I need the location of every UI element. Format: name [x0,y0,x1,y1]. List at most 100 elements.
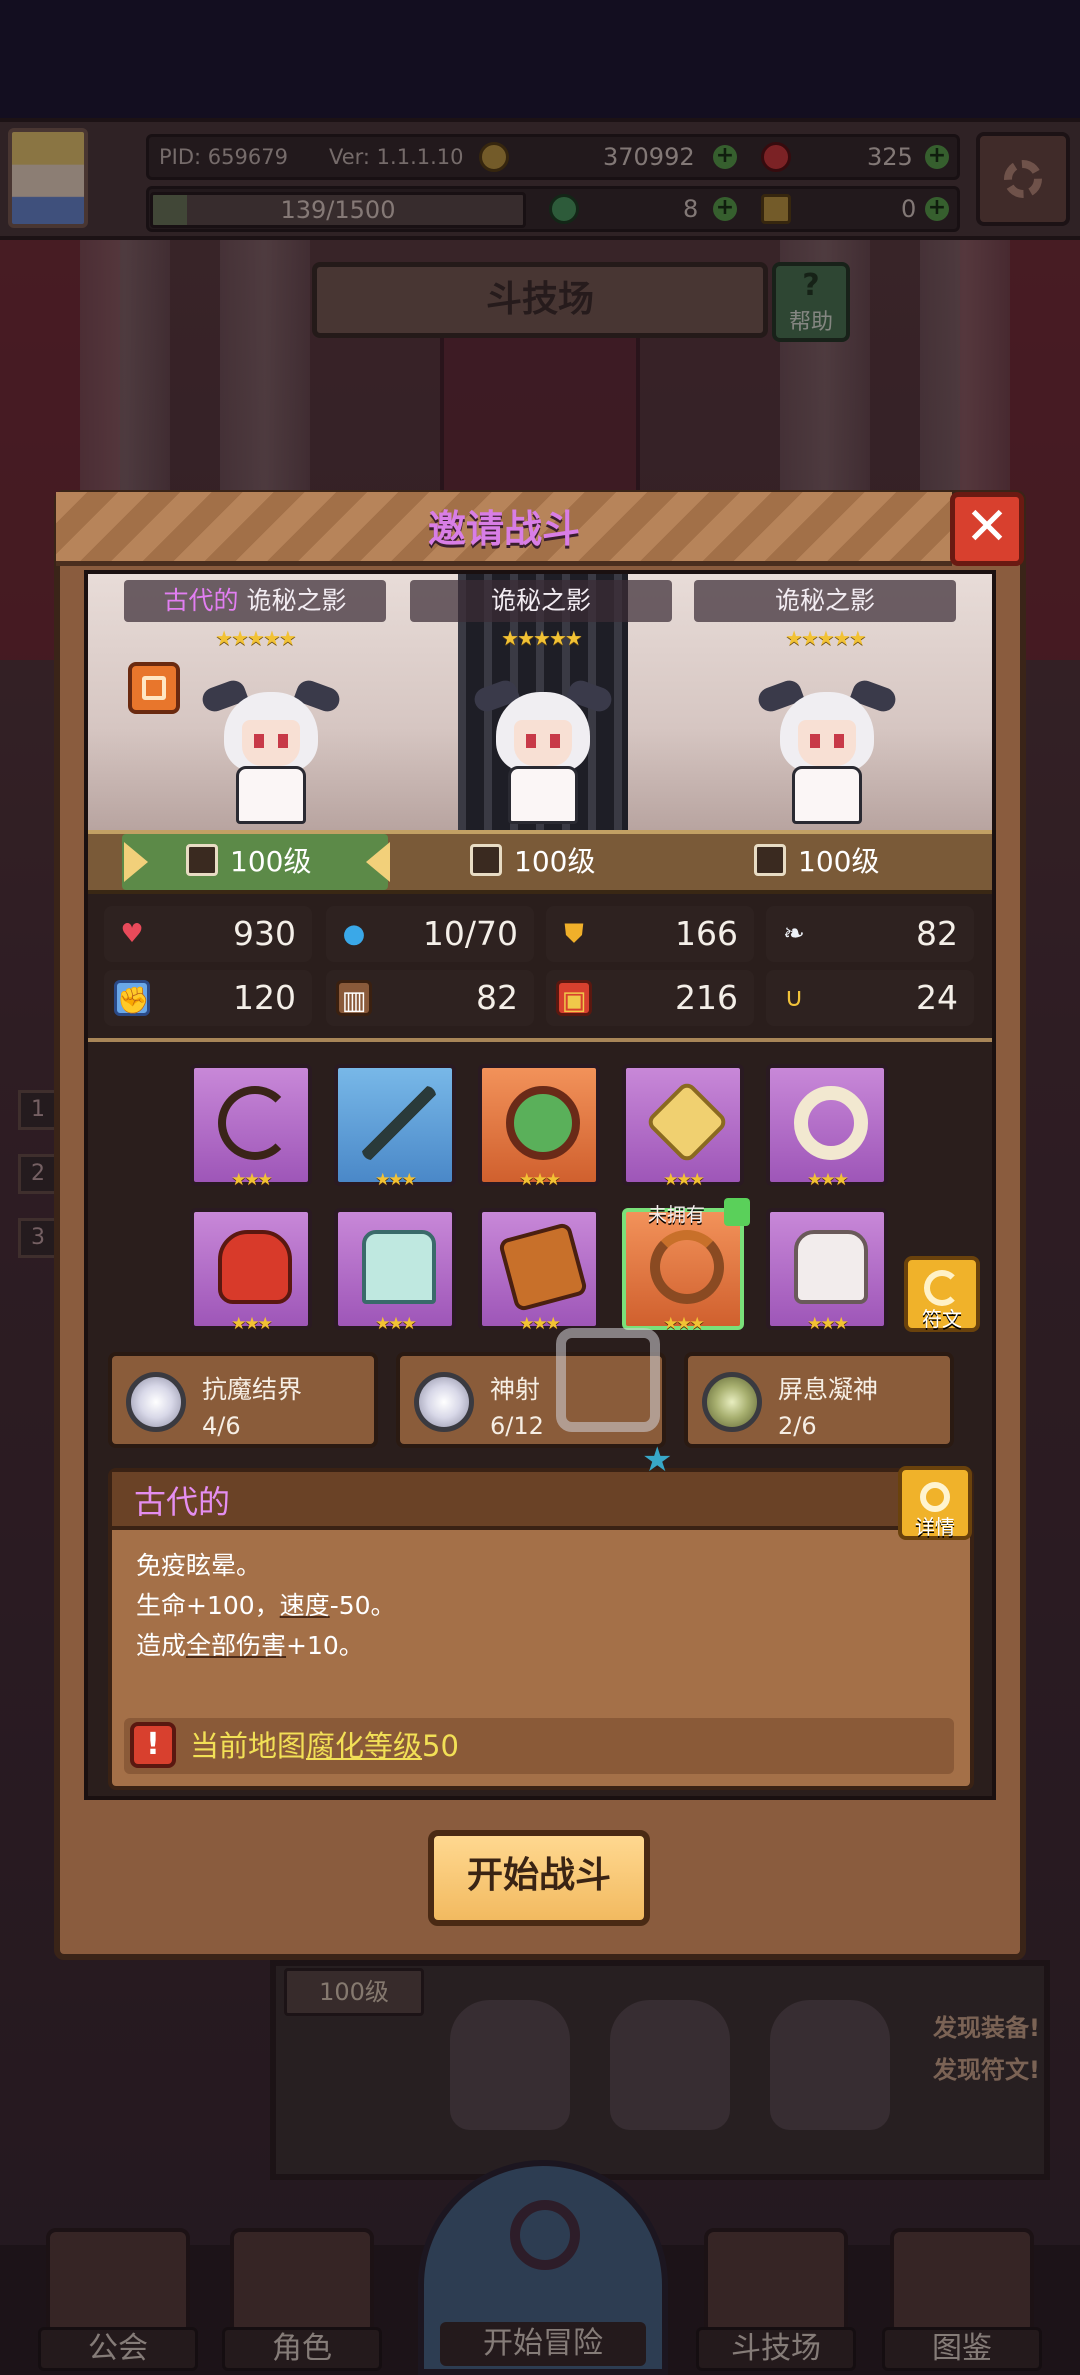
enemy-name-1: 古代的 诡秘之影 [124,580,386,622]
heart-amulet-icon [506,1086,580,1160]
enemy-name-text-1: 诡秘之影 [246,586,347,615]
set-count-3: 2/6 [778,1412,817,1440]
modifier-line-3: 造成全部伤害+10。 [136,1631,364,1660]
warning-icon: ! [130,1722,176,1768]
stat-speed-value: 82 [916,914,958,953]
search-icon [920,1482,950,1512]
mana-drop-icon: ● [342,919,366,949]
enemy-level-1[interactable]: 100级 [186,838,311,886]
details-button[interactable]: 详情 [898,1466,972,1540]
modifier-line-1: 免疫眩晕。 [136,1551,262,1580]
modifier-title: 古代的 [134,1483,231,1521]
swap-icon [924,1270,960,1306]
tunic-icon [362,1230,436,1304]
stat-armor-value: 216 [675,978,738,1017]
enemy-level-3-text: 100级 [798,845,880,878]
monster-hat-icon [218,1230,292,1304]
star-icon: ★ [642,1440,673,1480]
enemy-level-1-text: 100级 [230,845,312,878]
equip-monster-hat[interactable]: ★★★ [190,1208,312,1334]
enemy-sprite-1[interactable] [196,677,346,830]
equip-ring[interactable]: ★★★ [766,1064,888,1190]
level-icon [754,844,786,876]
enemy-name-text-2: 诡秘之影 [490,586,591,615]
modifier-title-bar [112,1472,970,1530]
stat-armor: ▣ 216 [546,970,754,1026]
set-bonus-1[interactable]: 抗魔结界 4/6 [108,1352,378,1448]
enemy-name-3: 诡秘之影 [694,580,956,622]
arrow-icon [362,1086,436,1160]
stat-hp-value: 930 [233,914,296,953]
speed-link[interactable]: 速度 [280,1591,330,1620]
all-damage-link[interactable]: 全部伤害 [186,1631,286,1660]
equip-pants[interactable]: ★★★ [478,1208,600,1334]
thumbs-up-icon[interactable] [724,1198,750,1226]
stat-magic: ▥ 82 [326,970,534,1026]
enemy-prefix-1: 古代的 [163,586,239,615]
stat-defense: ⛊ 166 [546,906,754,962]
corruption-text: 当前地图腐化等级50 [190,1729,459,1763]
ring-icon [794,1086,868,1160]
stat-mana-value: 10/70 [422,914,518,953]
pants-icon [497,1221,589,1313]
set-bonus-3[interactable]: 屏息凝神 2/6 [684,1352,954,1448]
horseshoe-icon: ∪ [784,983,804,1013]
silver-medal-icon [414,1372,474,1432]
enemy-name-text-3: 诡秘之影 [774,586,875,615]
equip-boots[interactable]: ★★★ [766,1208,888,1334]
equip-bow[interactable]: ★★★ [190,1064,312,1190]
stat-luck: ∪ 24 [766,970,974,1026]
floating-assist-button[interactable] [556,1328,660,1432]
enemy-level-3[interactable]: 100级 [754,838,879,886]
stat-magic-value: 82 [476,978,518,1017]
armor-icon: ▣ [556,980,592,1016]
gem-icon [644,1079,730,1165]
boots-icon [794,1230,868,1304]
rune-button[interactable]: 符文 [904,1256,980,1332]
equip-arrow[interactable]: ★★★ [334,1064,456,1190]
close-icon: ✕ [965,497,1009,557]
level-icon [470,844,502,876]
heart-icon: ♥ [120,919,144,949]
rune-label: 符文 [922,1307,962,1331]
close-button[interactable]: ✕ [950,492,1024,566]
stat-luck-value: 24 [916,978,958,1017]
stat-speed: ❧ 82 [766,906,974,962]
corruption-level-link[interactable]: 腐化等级 [306,1729,422,1763]
enemy-name-2: 诡秘之影 [410,580,672,622]
equip-gem[interactable]: ★★★ [622,1064,744,1190]
enemy-level-2[interactable]: 100级 [470,838,595,886]
set-name-3: 屏息凝神 [778,1375,879,1404]
modifier-line-2: 生命+100，速度-50。 [136,1591,396,1620]
stat-attack-value: 120 [233,978,296,1017]
wing-icon: ❧ [783,919,805,949]
ancient-seal-icon[interactable] [128,662,180,714]
enemy-stars-1: ★★★★★ [215,626,297,650]
dialog-title: 邀请战斗 [56,492,952,566]
set-name-1: 抗魔结界 [202,1375,303,1404]
book-icon: ▥ [336,980,372,1016]
set-name-2: 神射 [490,1375,541,1404]
stat-attack: ✊ 120 [104,970,312,1026]
necklace-icon [650,1230,724,1304]
silver-medal-icon [126,1372,186,1432]
enemy-sprite-3[interactable] [752,677,902,830]
enemy-stars-3: ★★★★★ [785,626,867,650]
bow-icon [218,1086,292,1160]
divider [88,1038,992,1042]
stat-hp: ♥ 930 [104,906,312,962]
equip-tunic[interactable]: ★★★ [334,1208,456,1334]
set-count-1: 4/6 [202,1412,241,1440]
stat-mana: ● 10/70 [326,906,534,962]
set-count-2: 6/12 [490,1412,544,1440]
stat-defense-value: 166 [675,914,738,953]
fist-icon: ✊ [114,980,150,1016]
start-battle-button[interactable]: 开始战斗 [428,1830,650,1926]
green-medal-icon [702,1372,762,1432]
unowned-label: 未拥有 [648,1204,706,1226]
enemy-stars-2: ★★★★★ [501,626,583,650]
details-label: 详情 [915,1515,955,1539]
enemy-sprite-2[interactable] [468,677,618,830]
equip-heart-amulet[interactable]: ★★★ [478,1064,600,1190]
shield-icon: ⛊ [564,919,584,949]
